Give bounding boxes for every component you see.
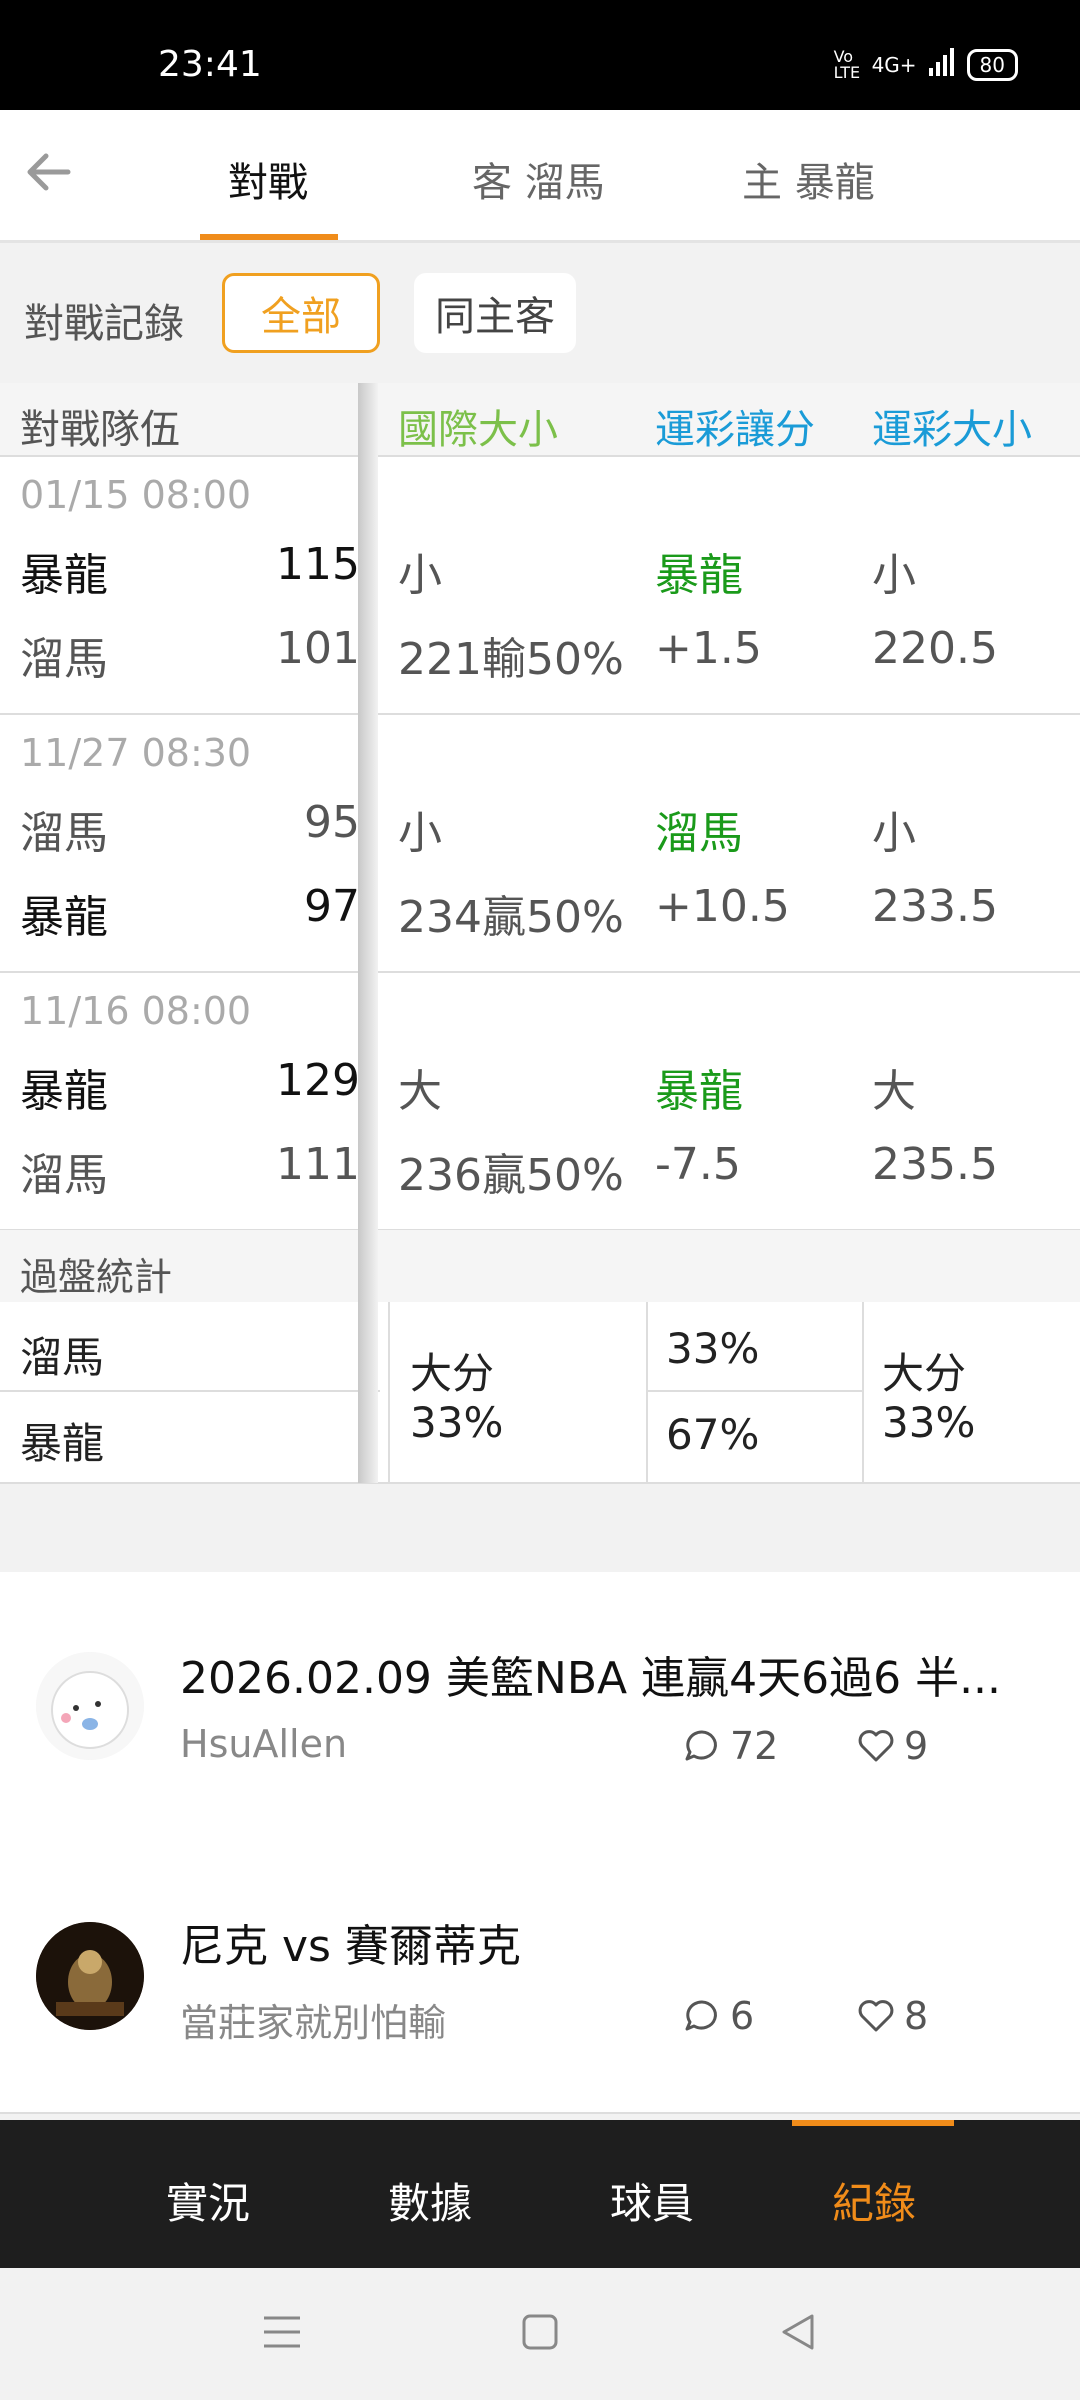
stats-label: 過盤統計 (20, 1255, 173, 1299)
spread-winner: 暴龍 (655, 1066, 743, 1117)
team-name: 暴龍 (20, 550, 108, 601)
nav-records[interactable]: 紀錄 (832, 2170, 916, 2231)
nav-data[interactable]: 數據 (388, 2170, 472, 2231)
table-header: 對戰隊伍 國際大小 運彩讓分 運彩大小 (0, 383, 1080, 457)
list-item[interactable]: 2026.02.09 美籃NBA 連贏4天6過6 半... HsuAllen 7… (0, 1572, 1080, 1844)
tab-away-team[interactable]: 客 溜馬 (472, 150, 605, 208)
spread-line: +1.5 (655, 623, 762, 674)
status-time: 23:41 (158, 44, 262, 85)
network-label: 4G+ (871, 52, 917, 77)
heart-icon (858, 1730, 894, 1762)
active-nav-indicator (792, 2120, 954, 2126)
game-date: 01/15 08:00 (20, 473, 252, 517)
team-score: 129 (276, 1055, 360, 1106)
comment-count[interactable]: 6 (682, 1994, 754, 2038)
intl-ou-result: 小 (398, 808, 442, 859)
ou-line: 220.5 (872, 623, 998, 674)
team-name: 溜馬 (20, 634, 108, 685)
game-date: 11/27 08:30 (20, 731, 252, 775)
team-score: 101 (276, 623, 360, 674)
heart-icon (858, 2000, 894, 2032)
filter-all-button[interactable]: 全部 (222, 273, 380, 353)
like-count[interactable]: 8 (856, 1994, 928, 2038)
intl-ou-line: 236贏50% (398, 1150, 624, 1201)
back-icon[interactable] (778, 2312, 818, 2356)
record-filter: 對戰記錄 全部 同主客 (0, 243, 1080, 383)
ou-result: 大 (872, 1066, 916, 1117)
comment-count-label: 6 (730, 1994, 755, 2038)
game-row[interactable]: 11/27 08:30 溜馬 95 暴龍 97 小 234贏50% 溜馬 +10… (0, 715, 1080, 973)
menu-icon[interactable] (262, 2312, 302, 2356)
system-nav-bar (0, 2268, 1080, 2400)
stats-header: 過盤統計 (0, 1230, 1080, 1304)
col-header-teams: 對戰隊伍 (20, 407, 180, 453)
team-name: 溜馬 (20, 808, 108, 859)
filter-same-home-away-button[interactable]: 同主客 (414, 273, 576, 353)
col-header-spread: 運彩讓分 (655, 407, 815, 453)
stats-spread-b: 67% (666, 1410, 760, 1459)
status-bar: 23:41 Vo LTE 4G+ 80 (0, 0, 1080, 110)
spread-winner: 溜馬 (655, 808, 743, 859)
home-icon[interactable] (520, 2312, 560, 2356)
ou-result: 小 (872, 550, 916, 601)
list-item[interactable]: 尼克 vs 賽爾蒂克 當莊家就別怕輸 6 8 (0, 1842, 1080, 2114)
intl-ou-result: 小 (398, 550, 442, 601)
post-author[interactable]: HsuAllen (180, 1722, 347, 1766)
game-row[interactable]: 11/16 08:00 暴龍 129 溜馬 111 大 236贏50% 暴龍 -… (0, 973, 1080, 1231)
comment-icon (685, 1730, 717, 1761)
stats-ou-pct: 33% (882, 1398, 976, 1447)
tab-matchup[interactable]: 對戰 (228, 150, 308, 208)
intl-ou-result: 大 (398, 1066, 442, 1117)
team-score: 97 (304, 881, 360, 932)
post-author[interactable]: 當莊家就別怕輸 (180, 1992, 446, 2047)
comment-count[interactable]: 72 (682, 1724, 778, 1768)
frozen-column-divider (358, 383, 378, 1483)
like-count-label: 9 (904, 1724, 929, 1768)
team-score: 95 (304, 797, 360, 848)
avatar (36, 1652, 144, 1760)
active-tab-indicator (200, 234, 338, 240)
nav-players[interactable]: 球員 (610, 2170, 694, 2231)
team-name: 溜馬 (20, 1150, 108, 1201)
tab-home-team[interactable]: 主 暴龍 (742, 150, 875, 208)
signal-icon (928, 48, 955, 81)
post-title[interactable]: 2026.02.09 美籃NBA 連贏4天6過6 半... (180, 1642, 1001, 1706)
stats-team-b: 暴龍 (20, 1419, 105, 1468)
col-header-intl-ou: 國際大小 (398, 407, 558, 453)
stats-intl-label: 大分 (410, 1349, 495, 1398)
nav-live[interactable]: 實況 (166, 2170, 250, 2231)
stats-team-a: 溜馬 (20, 1333, 105, 1382)
comment-icon (685, 2000, 717, 2031)
intl-ou-line: 234贏50% (398, 892, 624, 943)
ou-line: 233.5 (872, 881, 998, 932)
filter-label: 對戰記錄 (24, 301, 184, 347)
team-name: 暴龍 (20, 1066, 108, 1117)
battery-icon: 80 (966, 48, 1018, 81)
top-tab-bar: 對戰 客 溜馬 主 暴龍 (0, 110, 1080, 243)
team-score: 115 (276, 539, 360, 590)
stats-ou-label: 大分 (882, 1349, 967, 1398)
stats-intl-pct: 33% (410, 1398, 504, 1447)
like-count-label: 8 (904, 1994, 929, 2038)
team-name: 暴龍 (20, 892, 108, 943)
spread-winner: 暴龍 (655, 550, 743, 601)
team-score: 111 (276, 1139, 360, 1190)
col-header-ou: 運彩大小 (872, 407, 1032, 453)
ou-line: 235.5 (872, 1139, 998, 1190)
game-date: 11/16 08:00 (20, 989, 252, 1033)
avatar (36, 1922, 144, 2030)
intl-ou-line: 221輸50% (398, 634, 624, 685)
spread-line: -7.5 (655, 1139, 741, 1190)
game-row[interactable]: 01/15 08:00 暴龍 115 溜馬 101 小 221輸50% 暴龍 +… (0, 457, 1080, 715)
back-arrow-icon[interactable] (24, 148, 72, 209)
post-title[interactable]: 尼克 vs 賽爾蒂克 (180, 1910, 521, 1974)
comment-count-label: 72 (730, 1724, 779, 1768)
stats-grid: 溜馬 暴龍 大分 33% 33% 67% 大分 33% (0, 1302, 1080, 1484)
like-count[interactable]: 9 (856, 1724, 928, 1768)
spread-line: +10.5 (655, 881, 790, 932)
bottom-nav: 實況 數據 球員 紀錄 (0, 2120, 1080, 2268)
stats-spread-a: 33% (666, 1324, 760, 1373)
ou-result: 小 (872, 808, 916, 859)
volte-icon: Vo LTE (833, 46, 861, 82)
